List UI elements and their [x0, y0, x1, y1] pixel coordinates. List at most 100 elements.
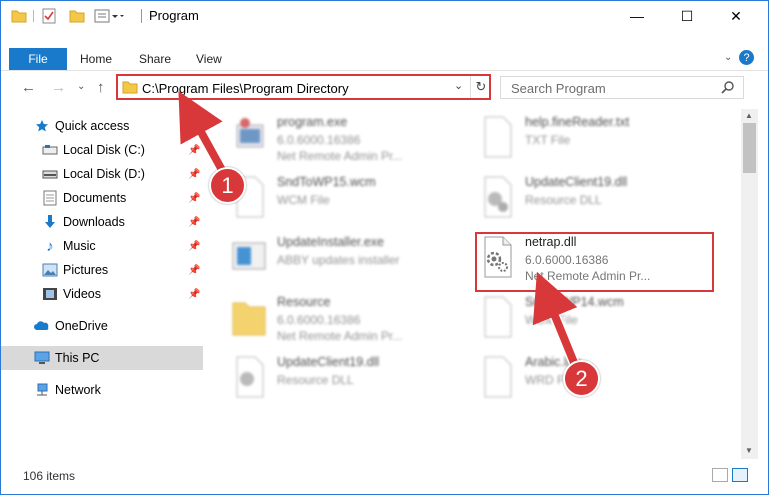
pin-icon[interactable]: 📌 — [188, 169, 200, 180]
txt-file-icon — [484, 116, 512, 158]
minimize-icon: — — [630, 8, 644, 24]
tab-share[interactable]: Share — [139, 52, 171, 66]
help-icon[interactable]: ? — [739, 50, 754, 65]
nav-label: Local Disk (C:) — [63, 143, 145, 157]
pin-icon[interactable]: 📌 — [188, 289, 200, 300]
navigation-pane: Quick access Local Disk (C:) 📌 Local Dis… — [1, 109, 206, 461]
file-icon — [484, 356, 512, 398]
file-detail: WCM File — [525, 313, 578, 327]
properties-icon[interactable] — [41, 8, 57, 27]
nav-item-documents[interactable]: Documents 📌 — [1, 187, 203, 209]
file-item[interactable]: UpdateInstaller.exe ABBY updates install… — [211, 231, 441, 289]
dll-icon — [484, 176, 512, 218]
nav-item-downloads[interactable]: Downloads 📌 — [1, 211, 203, 233]
nav-item-onedrive[interactable]: OneDrive — [1, 315, 203, 337]
nav-item-local-disk-d[interactable]: Local Disk (D:) 📌 — [1, 163, 203, 185]
nav-label: OneDrive — [55, 319, 108, 333]
title-separator — [141, 9, 142, 23]
refresh-icon[interactable]: ↻ — [470, 76, 491, 98]
file-item[interactable]: SndToWP15.wcm WCM File — [211, 171, 441, 229]
minimize-button[interactable]: — — [614, 1, 660, 31]
close-button[interactable]: ✕ — [713, 1, 759, 31]
nav-item-videos[interactable]: Videos 📌 — [1, 283, 203, 305]
maximize-button[interactable]: ☐ — [664, 1, 710, 31]
title-bar: Program — ☐ ✕ — [1, 1, 768, 31]
installer-icon — [232, 242, 266, 270]
nav-item-network[interactable]: Network — [1, 379, 203, 401]
file-highlight-box — [475, 232, 714, 292]
ribbon-expand-icon[interactable]: ⌄ — [724, 52, 732, 63]
close-icon: ✕ — [730, 7, 742, 24]
nav-item-quick-access[interactable]: Quick access — [1, 115, 203, 137]
folder-icon — [232, 302, 266, 336]
file-name: UpdateClient19.dll — [525, 175, 628, 189]
address-bar[interactable]: C:\Program Files\Program Directory ⌄ ↻ — [116, 74, 491, 100]
file-name: program.exe — [277, 115, 348, 129]
nav-item-this-pc[interactable]: This PC — [1, 346, 203, 370]
pin-icon[interactable]: 📌 — [188, 241, 200, 252]
file-detail: 6.0.6000.16386 — [277, 133, 361, 147]
pin-icon[interactable]: 📌 — [188, 193, 200, 204]
pin-icon[interactable]: 📌 — [188, 145, 200, 156]
file-item[interactable]: Resource 6.0.6000.16386 Net Remote Admin… — [211, 291, 441, 349]
file-detail: Net Remote Admin Pr... — [277, 329, 403, 343]
file-detail: TXT File — [525, 133, 571, 147]
large-icons-view-icon[interactable] — [732, 468, 748, 482]
maximize-icon: ☐ — [680, 7, 694, 24]
nav-item-pictures[interactable]: Pictures 📌 — [1, 259, 203, 281]
file-icon — [484, 296, 512, 338]
search-icon[interactable] — [721, 80, 735, 97]
vertical-scrollbar[interactable]: ▲ ▼ — [741, 109, 758, 459]
scroll-up-icon[interactable]: ▲ — [745, 111, 753, 120]
nav-label: Network — [55, 383, 101, 397]
nav-label: Local Disk (D:) — [63, 167, 145, 181]
customize-toolbar-icon[interactable] — [94, 8, 124, 27]
tab-home[interactable]: Home — [80, 52, 112, 66]
folder-icon[interactable] — [11, 8, 27, 27]
scroll-down-icon[interactable]: ▼ — [745, 446, 753, 455]
pin-icon[interactable]: 📌 — [188, 217, 200, 228]
file-detail: Resource DLL — [525, 193, 602, 207]
window-title: Program — [149, 8, 199, 23]
pin-icon[interactable]: 📌 — [188, 265, 200, 276]
star-icon — [34, 118, 50, 134]
tab-file[interactable]: File — [9, 48, 67, 70]
nav-item-local-disk-c[interactable]: Local Disk (C:) 📌 — [1, 139, 203, 161]
tab-view[interactable]: View — [196, 52, 222, 66]
exe-icon — [236, 118, 264, 148]
callout-step-1: 1 — [209, 167, 246, 204]
file-item[interactable]: UpdateClient19.dll Resource DLL — [459, 171, 689, 229]
download-icon — [42, 214, 58, 230]
drive-icon — [42, 166, 58, 182]
file-detail: Net Remote Admin Pr... — [277, 149, 403, 163]
file-detail: ABBY updates installer — [277, 253, 400, 267]
file-item[interactable]: program.exe 6.0.6000.16386 Net Remote Ad… — [211, 111, 441, 169]
address-dropdown-icon[interactable]: ⌄ — [454, 79, 463, 92]
explorer-window: Program — ☐ ✕ File Home Share View ⌄ ? ←… — [0, 0, 769, 495]
file-name: SndToWP14.wcm — [525, 295, 624, 309]
nav-item-music[interactable]: ♪ Music 📌 — [1, 235, 203, 257]
scroll-thumb[interactable] — [743, 123, 756, 173]
file-item[interactable]: SndToWP14.wcm WCM File — [459, 291, 689, 349]
details-view-icon[interactable] — [712, 468, 728, 482]
documents-icon — [42, 190, 58, 206]
up-arrow-icon[interactable]: ↑ — [97, 79, 105, 96]
cloud-icon — [34, 318, 50, 334]
back-arrow-icon[interactable]: ← — [21, 79, 36, 96]
file-item[interactable]: UpdateClient19.dll Resource DLL — [211, 351, 441, 409]
nav-label: Pictures — [63, 263, 109, 277]
file-name: UpdateClient19.dll — [277, 355, 380, 369]
dll-icon — [236, 356, 264, 398]
computer-icon — [34, 350, 50, 366]
new-folder-icon[interactable] — [69, 8, 85, 27]
videos-icon — [42, 286, 58, 302]
nav-label: Documents — [63, 191, 127, 205]
file-item[interactable]: help.fineReader.txt TXT File — [459, 111, 689, 169]
recent-locations-chevron-icon[interactable]: ⌄ — [77, 81, 85, 92]
drive-icon — [42, 142, 58, 158]
file-detail: Resource DLL — [277, 373, 354, 387]
address-path[interactable]: C:\Program Files\Program Directory — [142, 81, 349, 96]
search-box[interactable]: Search Program — [500, 76, 744, 99]
forward-arrow-icon[interactable]: → — [51, 79, 66, 96]
file-name: SndToWP15.wcm — [277, 175, 376, 189]
